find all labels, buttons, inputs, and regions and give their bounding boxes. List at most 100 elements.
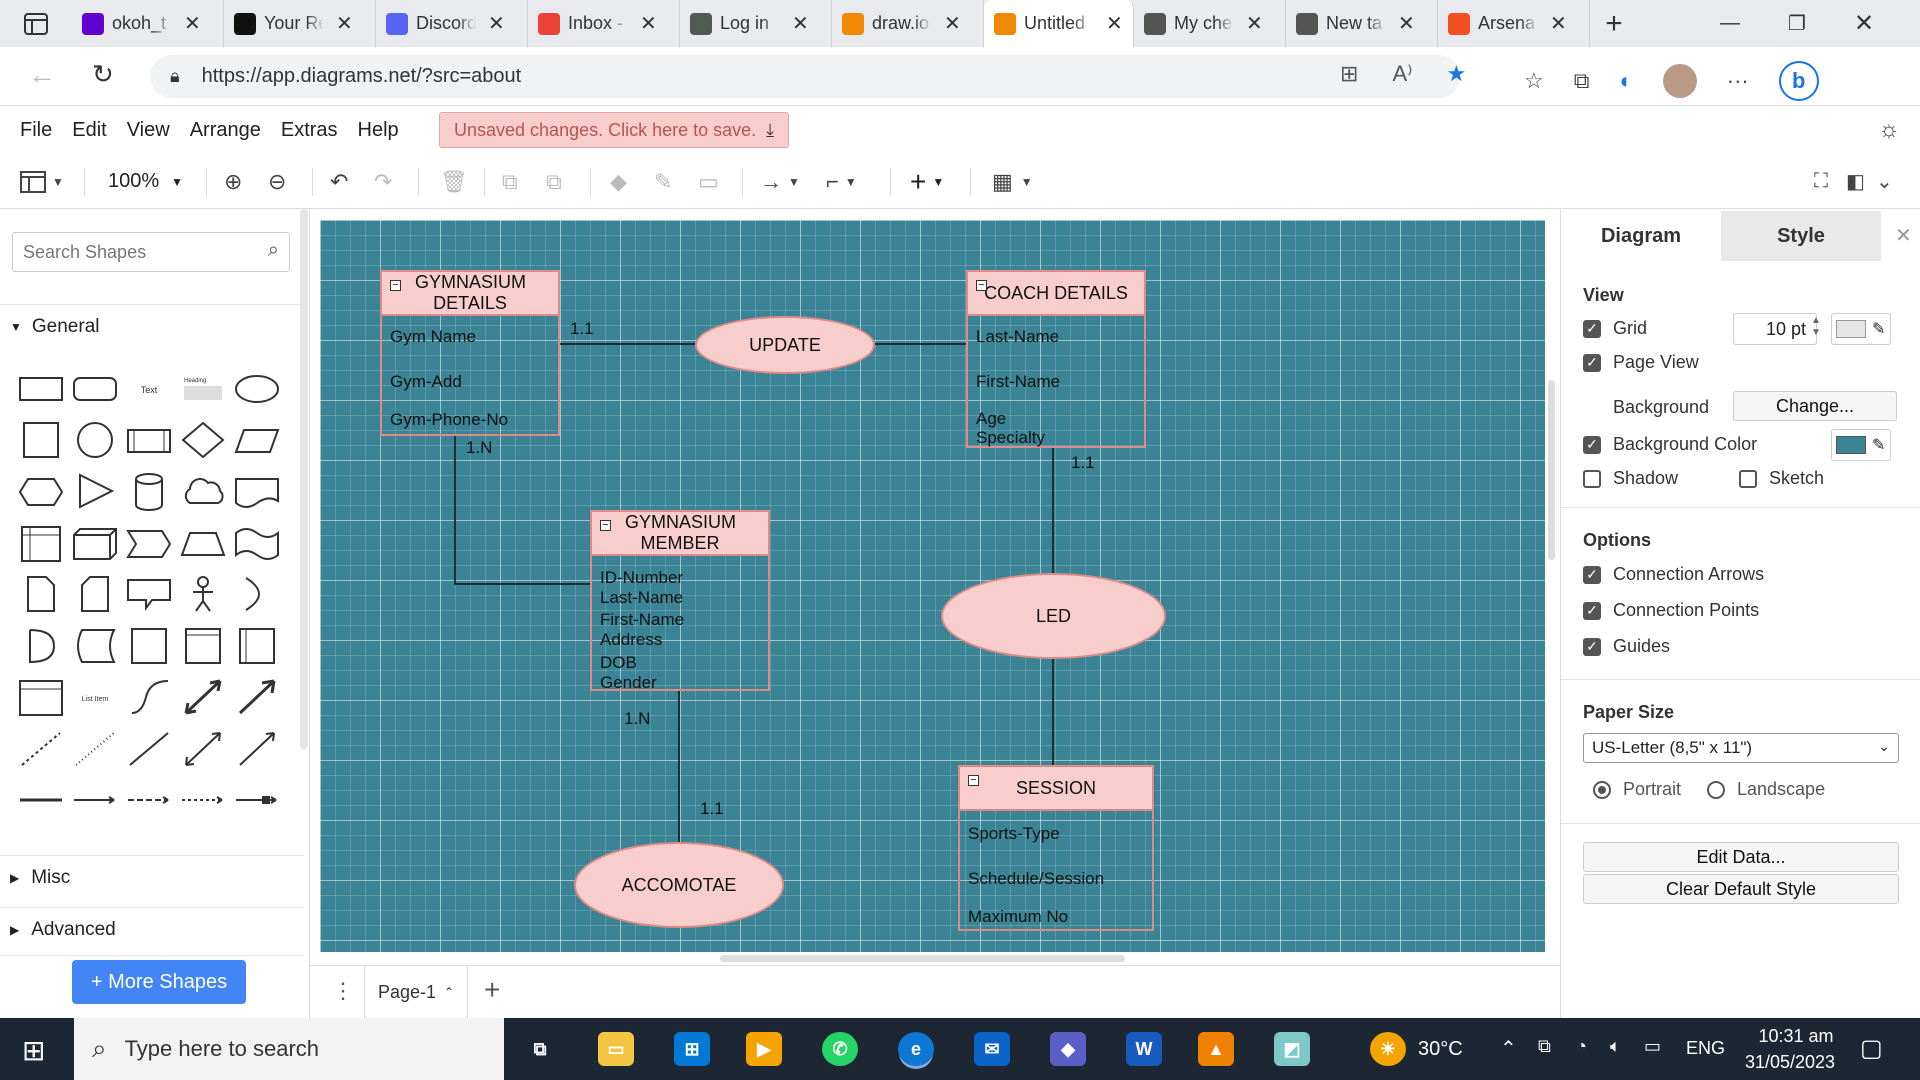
vlc-icon[interactable]: ▲ — [1198, 1032, 1234, 1066]
background-color-checkbox[interactable]: ✓ Background Color — [1583, 434, 1757, 455]
internal-storage-shape[interactable] — [16, 523, 66, 563]
browser-tab[interactable]: Discord ✕ — [376, 0, 528, 47]
data-storage-shape[interactable] — [70, 626, 120, 666]
zoom-out-icon[interactable]: ⊖ — [268, 154, 286, 209]
relationship-accomodate[interactable]: ACCOMOTAE — [574, 842, 784, 928]
portrait-radio[interactable]: Portrait — [1593, 779, 1681, 800]
fullscreen-icon[interactable]: ⛶ — [1814, 154, 1828, 209]
grid-size-input[interactable]: 10 pt — [1733, 313, 1817, 345]
new-tab-button[interactable]: + — [1590, 0, 1638, 47]
process-shape[interactable] — [124, 420, 174, 460]
read-aloud-icon[interactable]: A⁾ — [1392, 61, 1412, 87]
dashed-arrow-shape[interactable] — [124, 780, 174, 820]
dashed-line-shape[interactable] — [16, 729, 66, 769]
or-shape[interactable] — [232, 574, 282, 614]
shadow-icon[interactable]: ▭ — [698, 154, 719, 209]
add-page-icon[interactable]: + — [484, 974, 500, 1006]
collapse-icon[interactable]: ⌄ — [1876, 154, 1893, 209]
to-front-icon[interactable]: ⧉ — [502, 154, 518, 209]
connector-arrow-shape[interactable] — [70, 780, 120, 820]
collapse-icon[interactable]: − — [600, 520, 611, 531]
grid-color-picker[interactable]: ✎ — [1831, 313, 1891, 345]
vertical-container-shape[interactable] — [232, 626, 282, 666]
entity-gymnasium-member[interactable]: − GYMNASIUM MEMBER ID-Number Last-Name F… — [590, 510, 770, 692]
whatsapp-icon[interactable]: ✆ — [822, 1032, 858, 1066]
task-view-icon[interactable]: ⧉ — [522, 1032, 558, 1066]
windows-start-icon[interactable]: ⊞ — [22, 1034, 45, 1067]
back-icon[interactable]: ← — [28, 59, 56, 91]
cube-shape[interactable] — [70, 523, 120, 563]
sketch-checkbox[interactable]: Sketch — [1739, 468, 1824, 489]
browser-tab[interactable]: Log in ✕ — [680, 0, 832, 47]
redo-icon[interactable]: ↷ — [374, 154, 392, 209]
edge-extension-icon[interactable]: ◐ — [1619, 68, 1632, 94]
frame-shape[interactable] — [124, 626, 174, 666]
tab-diagram[interactable]: Diagram — [1561, 211, 1721, 261]
container-shape[interactable] — [178, 626, 228, 666]
tab-page-1[interactable]: Page-1 ⌃ — [364, 966, 468, 1018]
waypoints-icon[interactable]: ⌐ ▼ — [826, 154, 857, 209]
canvas-vertical-scrollbar[interactable] — [1548, 380, 1555, 560]
bing-copilot-icon[interactable]: b — [1778, 61, 1819, 101]
refresh-icon[interactable]: ↻ — [92, 59, 114, 90]
browser-tab[interactable]: Inbox - ✕ — [528, 0, 680, 47]
list-item-shape[interactable]: List Item — [70, 677, 120, 717]
line-shape[interactable] — [124, 729, 174, 769]
advanced-section-header[interactable]: ▶ Advanced — [0, 907, 304, 951]
circle-shape[interactable] — [70, 420, 120, 460]
temperature[interactable]: 30°C — [1418, 1038, 1463, 1061]
close-tab-icon[interactable]: ✕ — [488, 11, 505, 36]
close-window-icon[interactable]: ✕ — [1854, 9, 1874, 38]
misc-section-header[interactable]: ▶ Misc — [0, 855, 304, 899]
tab-style[interactable]: Style — [1721, 211, 1881, 261]
grid-checkbox[interactable]: ✓ Grid — [1583, 318, 1647, 339]
search-shapes-input[interactable]: Search Shapes ⌕ — [12, 232, 290, 272]
profile-avatar[interactable] — [1662, 64, 1697, 98]
shadow-checkbox[interactable]: Shadow — [1583, 468, 1678, 489]
checkbox-checked-icon[interactable]: ✓ — [1583, 435, 1601, 454]
browser-tab[interactable]: Arsena ✕ — [1438, 0, 1590, 47]
relation-arrow-shape[interactable] — [232, 780, 282, 820]
step-shape[interactable] — [124, 523, 174, 563]
checkbox-checked-icon[interactable]: ✓ — [1583, 601, 1601, 620]
dotted-arrow-shape[interactable] — [178, 780, 228, 820]
note-shape[interactable] — [16, 574, 66, 614]
weather-icon[interactable]: ☀ — [1370, 1032, 1406, 1066]
battery-icon[interactable]: ▭ — [1644, 1036, 1661, 1057]
radio-unselected-icon[interactable] — [1707, 780, 1725, 799]
curve-shape[interactable] — [124, 677, 174, 717]
bidirectional-connector-shape[interactable] — [178, 729, 228, 769]
edit-data-button[interactable]: Edit Data... — [1583, 842, 1899, 872]
close-tab-icon[interactable]: ✕ — [944, 11, 961, 36]
wifi-icon[interactable]: ◔ — [1576, 1036, 1587, 1057]
word-icon[interactable]: W — [1126, 1032, 1162, 1066]
card-shape[interactable] — [70, 574, 120, 614]
collapse-icon[interactable]: − — [968, 775, 979, 786]
eyedropper-icon[interactable]: ✎ — [1872, 435, 1885, 455]
close-panel-icon[interactable]: ✕ — [1895, 223, 1912, 248]
app-icon-2[interactable]: ◩ — [1274, 1032, 1310, 1066]
collections-icon[interactable]: ⧉ — [1574, 68, 1590, 94]
zoom-in-icon[interactable]: ⊕ — [224, 154, 242, 209]
menu-item-file[interactable]: File — [10, 106, 62, 154]
theme-sun-icon[interactable]: ☼ — [1878, 116, 1900, 144]
diagram-canvas[interactable]: − GYMNASIUM DETAILS Gym Name Gym-Add Gym… — [320, 220, 1545, 952]
callout-shape[interactable] — [124, 574, 174, 614]
connection-arrows-checkbox[interactable]: ✓ Connection Arrows — [1583, 564, 1764, 585]
canvas-horizontal-scrollbar[interactable] — [720, 955, 1125, 962]
clock-time[interactable]: 10:31 am — [1748, 1026, 1844, 1047]
delete-icon[interactable]: 🗑︎ — [440, 154, 468, 209]
app-available-icon[interactable]: ⊞ — [1340, 61, 1358, 87]
checkbox-unchecked-icon[interactable] — [1583, 469, 1601, 488]
menu-item-edit[interactable]: Edit — [62, 106, 116, 154]
edge-browser-icon[interactable]: e — [898, 1032, 934, 1066]
tab-actions-icon[interactable] — [0, 0, 72, 47]
close-tab-icon[interactable]: ✕ — [184, 11, 201, 36]
to-back-icon[interactable]: ⧉ — [546, 154, 562, 209]
show-hidden-icons[interactable]: ⌃ — [1500, 1036, 1517, 1061]
checkbox-checked-icon[interactable]: ✓ — [1583, 353, 1601, 372]
favorites-icon[interactable]: ☆ — [1524, 68, 1544, 94]
browser-tab[interactable]: New ta ✕ — [1286, 0, 1438, 47]
more-options-icon[interactable]: ··· — [1727, 68, 1749, 94]
radio-selected-icon[interactable] — [1593, 780, 1611, 799]
